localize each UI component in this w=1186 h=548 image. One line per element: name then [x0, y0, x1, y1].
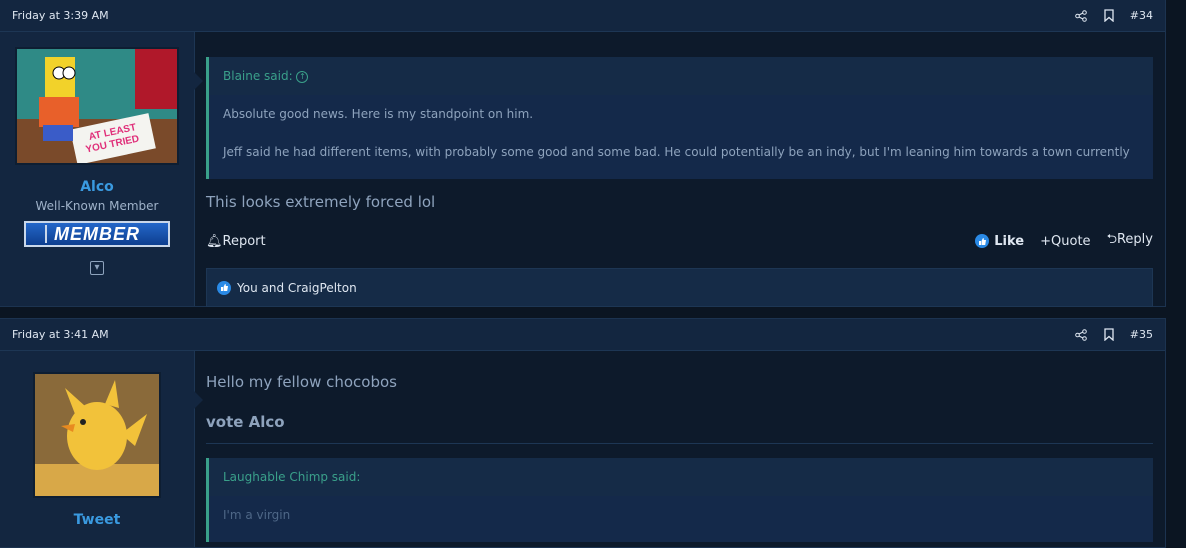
avatar[interactable]	[33, 372, 161, 498]
reply-label: Reply	[1116, 232, 1153, 247]
post-date[interactable]: Friday at 3:39 AM	[12, 9, 109, 22]
quote-line: Absolute good news. Here is my standpoin…	[223, 107, 534, 121]
post-content: Blaine said: ↑ Absolute good news. Here …	[206, 57, 1153, 307]
post-actions: 🔔︎Report Like +Quote ⮌Reply	[206, 230, 1153, 252]
quote-author[interactable]: Laughable Chimp said:	[209, 458, 1153, 496]
member-banner: MEMBER	[24, 221, 170, 247]
quote-line: Jeff said he had different items, with p…	[223, 145, 1130, 159]
quote-author-label[interactable]: Blaine said:	[223, 69, 293, 83]
thumbs-up-icon	[217, 280, 231, 295]
user-info: AT LEAST YOU TRIED Alco Well-Known Membe…	[0, 32, 203, 306]
banner-emblem-icon	[29, 225, 47, 243]
post-34: Friday at 3:39 AM #34 AT LEAST YOU TRIED	[0, 0, 1166, 307]
quote-body: Absolute good news. Here is my standpoin…	[209, 95, 1153, 179]
avatar[interactable]: AT LEAST YOU TRIED	[15, 47, 179, 165]
plus-icon: +	[1040, 233, 1052, 249]
like-button[interactable]: Like	[975, 234, 1024, 249]
quote-author[interactable]: Blaine said: ↑	[209, 57, 1153, 95]
post-header: Friday at 3:41 AM #35	[0, 319, 1165, 351]
reply-icon: ⮌	[1106, 232, 1117, 247]
divider	[206, 443, 1153, 444]
quote-line: I'm a virgin	[223, 508, 291, 522]
share-icon[interactable]	[1074, 328, 1088, 342]
post-number[interactable]: #34	[1130, 9, 1153, 22]
like-label: Like	[994, 233, 1025, 249]
reactions-text[interactable]: You and CraigPelton	[237, 281, 357, 295]
bell-icon: 🔔︎	[206, 233, 223, 249]
post-header: Friday at 3:39 AM #34	[0, 0, 1165, 32]
vote-text: vote Alco	[206, 413, 285, 431]
username[interactable]: Alco	[0, 179, 194, 195]
jump-up-icon[interactable]: ↑	[296, 70, 309, 83]
scrollbar-track[interactable]	[1168, 0, 1186, 533]
report-label: Report	[222, 233, 266, 249]
reply-button[interactable]: ⮌Reply	[1107, 230, 1153, 252]
post-content: Hello my fellow chocobos vote Alco Laugh…	[206, 373, 1153, 542]
message-text: This looks extremely forced lol	[206, 193, 436, 211]
expand-user-icon[interactable]: ▾	[90, 261, 104, 275]
post-35: Friday at 3:41 AM #35 Tweet Hello my fel…	[0, 318, 1166, 548]
user-info: Tweet	[0, 351, 203, 547]
user-title: Well-Known Member	[35, 199, 159, 213]
banner-text: MEMBER	[54, 223, 140, 244]
thumbs-up-icon	[975, 234, 990, 248]
post-date[interactable]: Friday at 3:41 AM	[12, 328, 109, 341]
report-button[interactable]: 🔔︎Report	[206, 234, 266, 249]
quote-label: Quote	[1051, 233, 1091, 249]
post-number[interactable]: #35	[1130, 328, 1153, 341]
quote-button[interactable]: +Quote	[1040, 234, 1090, 249]
bookmark-icon[interactable]	[1102, 328, 1116, 342]
bookmark-icon[interactable]	[1102, 9, 1116, 23]
message-text: Hello my fellow chocobos	[206, 373, 397, 391]
quote-block: Blaine said: ↑ Absolute good news. Here …	[206, 57, 1153, 179]
username[interactable]: Tweet	[0, 512, 194, 528]
quote-block: Laughable Chimp said: I'm a virgin	[206, 458, 1153, 542]
share-icon[interactable]	[1074, 9, 1088, 23]
reactions-bar[interactable]: You and CraigPelton	[206, 268, 1153, 307]
quote-author-label[interactable]: Laughable Chimp said:	[223, 470, 360, 484]
quote-body: I'm a virgin	[209, 496, 1153, 542]
